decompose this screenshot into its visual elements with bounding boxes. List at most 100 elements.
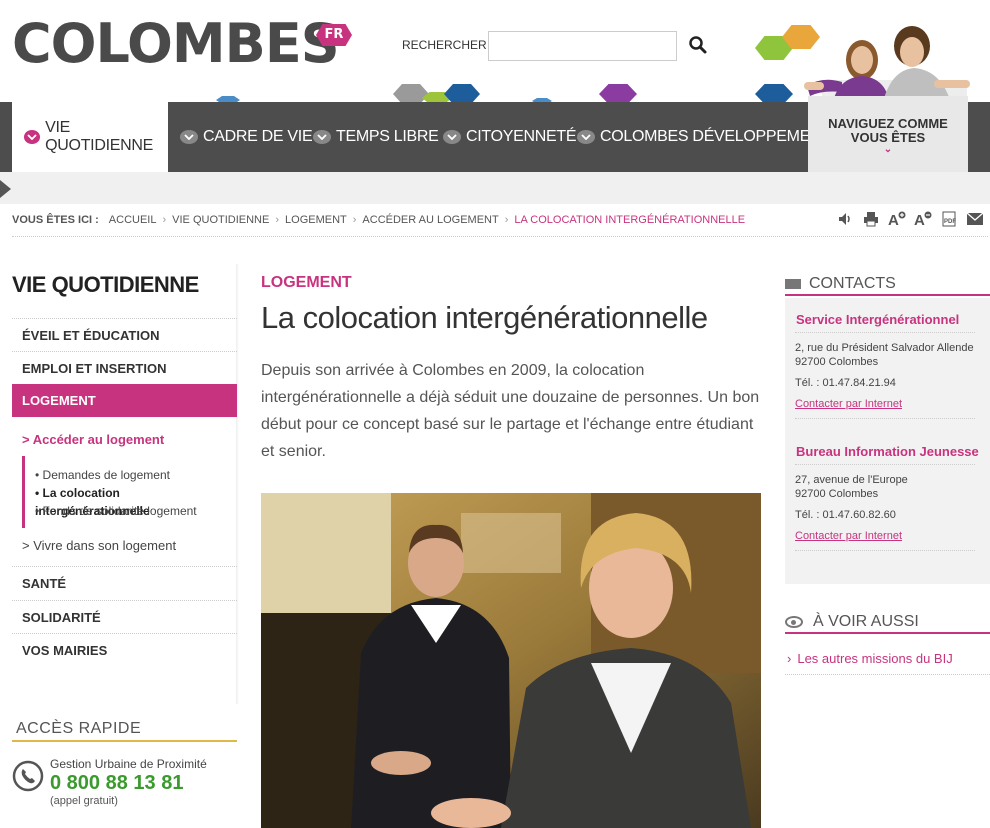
breadcrumb-item[interactable]: ACCÉDER AU LOGEMENT xyxy=(362,214,498,226)
sidebar-subitem-vivre[interactable]: > Vivre dans son logement xyxy=(22,538,176,553)
email-icon[interactable] xyxy=(966,210,984,228)
search-input[interactable] xyxy=(488,31,677,61)
sidebar-item-mairies[interactable]: VOS MAIRIES xyxy=(12,633,237,666)
see-also-heading-label: À VOIR AUSSI xyxy=(813,613,919,630)
navigate-line1: NAVIGUEZ COMME xyxy=(828,116,948,131)
article-category: LOGEMENT xyxy=(261,274,352,291)
phone-note: (appel gratuit) xyxy=(50,795,118,807)
chevron-down-icon xyxy=(313,130,331,144)
contact-phone: Tél. : 01.47.84.21.94 xyxy=(795,377,896,389)
contact-city: 92700 Colombes xyxy=(795,356,879,368)
see-also-link[interactable]: › Les autres missions du BIJ xyxy=(785,651,990,675)
breadcrumb-item[interactable]: VIE QUOTIDIENNE xyxy=(172,214,269,226)
breadcrumb-separator: › xyxy=(162,214,167,226)
speaker-icon[interactable] xyxy=(836,210,854,228)
chevron-down-icon xyxy=(443,130,461,144)
nav-label: CADRE DE VIE xyxy=(203,128,313,145)
page-tools: A A PDF xyxy=(836,210,984,228)
breadcrumb-item[interactable]: LOGEMENT xyxy=(285,214,347,226)
article-photo xyxy=(261,493,761,828)
chevron-down-icon: ⌄ xyxy=(883,144,893,155)
breadcrumb-separator: › xyxy=(352,214,357,226)
contact-phone: Tél. : 01.47.60.82.60 xyxy=(795,509,896,521)
contacts-panel: Service Intergénérationnel 2, rue du Pré… xyxy=(785,298,990,584)
nav-cadre-de-vie[interactable]: CADRE DE VIE xyxy=(180,102,313,172)
chevron-down-icon xyxy=(577,130,595,144)
hex-decoration xyxy=(444,84,480,104)
eye-icon xyxy=(785,616,803,628)
chevron-down-icon xyxy=(24,130,41,144)
sidebar-title: VIE QUOTIDIENNE xyxy=(12,272,199,297)
divider xyxy=(795,550,975,551)
divider xyxy=(12,740,237,742)
pdf-icon[interactable]: PDF xyxy=(940,210,958,228)
nav-label: COLOMBES DÉVELOPPEMENT xyxy=(600,128,831,145)
phone-icon xyxy=(12,760,44,792)
search-icon[interactable] xyxy=(688,35,708,55)
navigate-line2: VOUS ÊTES xyxy=(850,130,926,145)
contact-link[interactable]: Contacter par Internet xyxy=(795,530,902,542)
logo-badge: FR xyxy=(316,24,352,46)
phone-number[interactable]: 0 800 88 13 81 xyxy=(50,772,183,795)
contact-name: Service Intergénérationnel xyxy=(796,312,960,327)
svg-text:PDF: PDF xyxy=(944,219,956,225)
page: COLOMBES FR RECHERCHER : VIE QUOTIDIENNE… xyxy=(0,0,990,828)
print-icon[interactable] xyxy=(862,210,880,228)
nav-label: VIE QUOTIDIENNE xyxy=(45,119,153,154)
text-larger-icon[interactable]: A xyxy=(888,210,906,228)
divider xyxy=(795,332,975,333)
hex-decoration xyxy=(755,84,793,104)
chevron-right-icon: › xyxy=(787,651,792,666)
sidebar-subitem-acceder[interactable]: > Accéder au logement xyxy=(22,432,164,447)
sidebar-item-emploi[interactable]: EMPLOI ET INSERTION xyxy=(12,351,237,384)
contacts-heading-label: CONTACTS xyxy=(809,275,896,292)
navigate-as-you-are-button[interactable]: NAVIGUEZ COMME VOUS ÊTES ⌄ xyxy=(808,96,968,176)
sidebar-sublist: • Demandes de logement • La colocation i… xyxy=(22,456,232,528)
see-also-heading: À VOIR AUSSI xyxy=(785,612,990,634)
breadcrumb-label: VOUS ÊTES ICI : xyxy=(12,214,99,226)
sidebar-item-logement[interactable]: LOGEMENT xyxy=(12,384,237,417)
slide-left-arrow-icon[interactable] xyxy=(0,180,11,198)
sidebar-item-sante[interactable]: SANTÉ xyxy=(12,566,237,599)
quick-access-label: Gestion Urbaine de Proximité xyxy=(50,757,207,771)
article-intro: Depuis son arrivée à Colombes en 2009, l… xyxy=(261,362,760,460)
site-logo[interactable]: COLOMBES xyxy=(12,14,340,74)
svg-text:A: A xyxy=(888,212,899,227)
divider xyxy=(795,464,975,465)
people-illustration xyxy=(804,26,970,106)
nav-label: CITOYENNETÉ xyxy=(466,128,577,145)
see-also-link-label: Les autres missions du BIJ xyxy=(797,651,953,666)
breadcrumb-item[interactable]: ACCUEIL xyxy=(109,214,157,226)
sidebar-subitem-demandes[interactable]: • Demandes de logement xyxy=(35,466,232,484)
nav-label: TEMPS LIBRE xyxy=(336,128,439,145)
divider xyxy=(12,236,988,237)
breadcrumb: VOUS ÊTES ICI : ACCUEIL › VIE QUOTIDIENN… xyxy=(12,214,745,226)
contact-address: 2, rue du Président Salvador Allende xyxy=(795,342,974,354)
contact-link[interactable]: Contacter par Internet xyxy=(795,398,902,410)
nav-vie-quotidienne[interactable]: VIE QUOTIDIENNE xyxy=(12,102,168,172)
sidebar-item-eveil[interactable]: ÉVEIL ET ÉDUCATION xyxy=(12,318,237,351)
search-label: RECHERCHER : xyxy=(402,38,494,52)
hex-decoration xyxy=(599,84,637,104)
sidebar-item-solidarite[interactable]: SOLIDARITÉ xyxy=(12,600,237,633)
text-smaller-icon[interactable]: A xyxy=(914,210,932,228)
page-title: La colocation intergénérationnelle xyxy=(261,300,708,335)
breadcrumb-separator: › xyxy=(275,214,280,226)
sidebar-subitem-colocation[interactable]: • La colocation intergénérationnelle xyxy=(35,484,232,518)
sidebar-subitem-fonds[interactable]: • Fonds de solidarité logement xyxy=(35,502,232,520)
sub-band xyxy=(0,172,990,204)
contact-name: Bureau Information Jeunesse xyxy=(796,444,979,459)
nav-colombes-developpement[interactable]: COLOMBES DÉVELOPPEMENT xyxy=(577,102,831,172)
mail-icon xyxy=(785,279,801,289)
breadcrumb-separator: › xyxy=(504,214,509,226)
nav-temps-libre[interactable]: TEMPS LIBRE xyxy=(313,102,439,172)
site-header: COLOMBES FR RECHERCHER : xyxy=(0,0,990,106)
nav-citoyennete[interactable]: CITOYENNETÉ xyxy=(443,102,577,172)
divider xyxy=(795,418,975,419)
contacts-heading: CONTACTS xyxy=(785,274,990,296)
contact-address: 27, avenue de l'Europe xyxy=(795,474,908,486)
chevron-down-icon xyxy=(180,130,198,144)
hex-decoration xyxy=(393,84,429,104)
breadcrumb-current: LA COLOCATION INTERGÉNÉRATIONNELLE xyxy=(514,214,746,226)
contact-city: 92700 Colombes xyxy=(795,488,879,500)
